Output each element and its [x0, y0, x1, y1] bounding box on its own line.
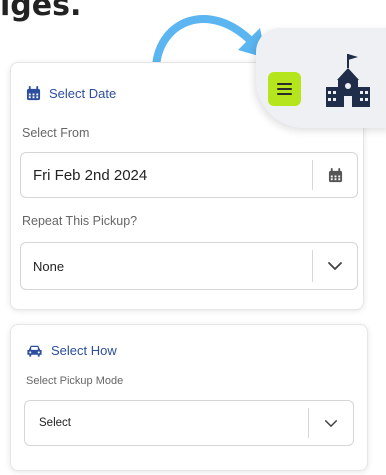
chevron-down-icon [328, 262, 342, 270]
select-from-label: Select From [22, 126, 90, 140]
pickup-mode-label: Select Pickup Mode [26, 375, 124, 387]
repeat-pickup-label: Repeat This Pickup? [22, 214, 138, 228]
repeat-pickup-value: None [33, 258, 65, 274]
car-icon [27, 345, 42, 357]
menu-button[interactable] [268, 72, 301, 106]
select-date-title: Select Date [49, 86, 117, 101]
menu-icon [277, 83, 292, 95]
caption-text: iges. [0, 0, 82, 23]
pickup-mode-select[interactable]: Select [24, 400, 354, 446]
pickup-mode-value: Select [39, 417, 71, 429]
select-from-value: Fri Feb 2nd 2024 [33, 166, 148, 184]
calendar-icon [328, 167, 342, 182]
select-how-title: Select How [51, 343, 117, 358]
calendar-picker-button[interactable] [313, 153, 357, 197]
calendar-icon [26, 86, 41, 101]
school-icon [326, 54, 370, 107]
select-how-header: Select How [26, 343, 117, 358]
chevron-down-icon [324, 419, 338, 427]
select-from-date-field[interactable]: Fri Feb 2nd 2024 [20, 152, 358, 198]
repeat-dropdown-button[interactable] [313, 243, 357, 289]
curved-arrow-icon [152, 15, 266, 70]
select-date-header: Select Date [26, 86, 116, 101]
repeat-pickup-select[interactable]: None [20, 242, 358, 290]
pickup-mode-dropdown-button[interactable] [309, 401, 353, 445]
